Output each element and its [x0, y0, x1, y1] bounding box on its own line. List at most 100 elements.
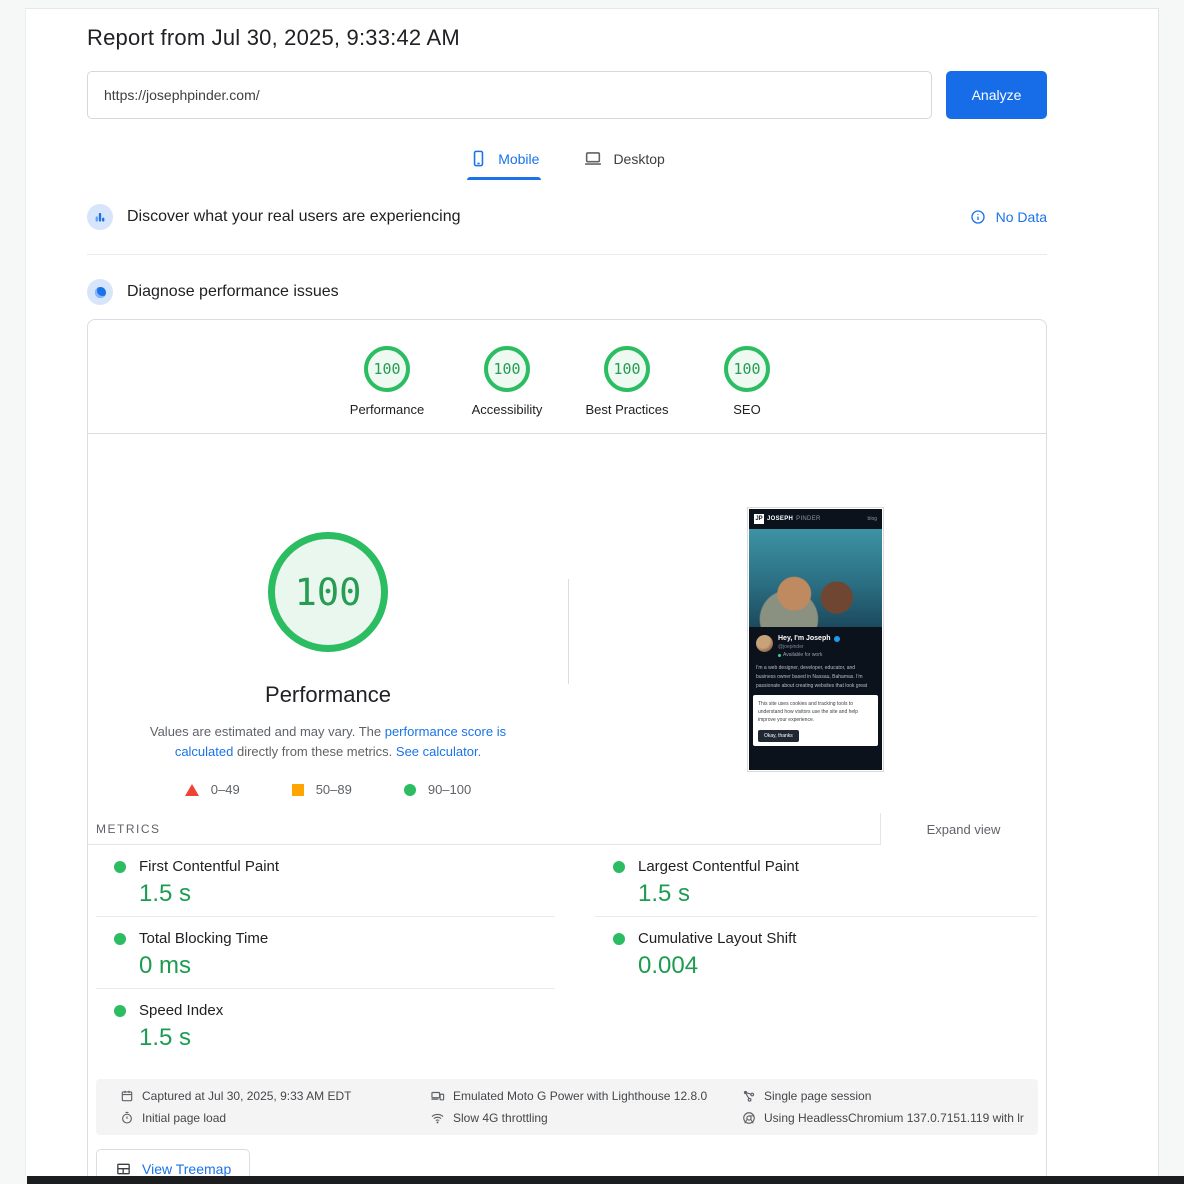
- metrics-header: METRICS Expand view: [88, 813, 1046, 845]
- throttling[interactable]: Slow 4G throttling: [430, 1111, 742, 1125]
- thumb-handle: @joepinder: [778, 644, 840, 650]
- diagnose-title: Diagnose performance issues: [127, 283, 339, 301]
- section-divider: [87, 254, 1047, 255]
- legend-pass-range: 90–100: [428, 782, 471, 797]
- thumb-greeting: Hey, I'm Joseph: [778, 635, 831, 642]
- pass-circle-icon: [404, 784, 416, 796]
- tab-mobile[interactable]: Mobile: [467, 147, 541, 180]
- field-data-section-header: Discover what your real users are experi…: [87, 204, 1047, 230]
- see-calculator-link[interactable]: See calculator.: [396, 744, 481, 759]
- metric-value: 1.5 s: [139, 1024, 555, 1052]
- accessibility-score-gauge: 100: [484, 346, 530, 392]
- thumb-brand-bold: JOSEPH: [767, 516, 793, 522]
- stopwatch-icon: [120, 1111, 134, 1125]
- legend-average-range: 50–89: [316, 782, 352, 797]
- thumb-brand-light: PINDER: [796, 516, 820, 522]
- tab-desktop[interactable]: Desktop: [581, 147, 666, 180]
- thumb-site-logo: JP: [754, 514, 764, 524]
- thumb-cookie-text: This site uses cookies and tracking tool…: [758, 700, 873, 724]
- verified-badge-icon: [834, 636, 840, 642]
- diagnose-icon: [87, 279, 113, 305]
- score-accessibility[interactable]: 100 Accessibility: [447, 346, 567, 417]
- score-disclaimer: Values are estimated and may vary. The p…: [138, 722, 518, 762]
- metric-cumulative-layout-shift: Cumulative Layout Shift 0.004: [595, 917, 1038, 989]
- metric-name: Speed Index: [139, 1002, 223, 1019]
- metric-speed-index: Speed Index 1.5 s: [96, 989, 555, 1061]
- tab-mobile-label: Mobile: [498, 151, 539, 167]
- no-data-status[interactable]: No Data: [970, 209, 1047, 225]
- lighthouse-report-card: 100 Performance 100 Accessibility 100 Be…: [87, 319, 1047, 1184]
- page-title: Report from Jul 30, 2025, 9:33:42 AM: [87, 25, 1047, 51]
- performance-gauge-section: 100 Performance Values are estimated and…: [88, 434, 1046, 813]
- view-treemap-label: View Treemap: [142, 1161, 231, 1177]
- metric-total-blocking-time: Total Blocking Time 0 ms: [96, 917, 555, 989]
- seo-score-label: SEO: [733, 402, 760, 417]
- thumb-cookie-banner: This site uses cookies and tracking tool…: [753, 695, 878, 746]
- legend-pass: 90–100: [404, 782, 471, 797]
- gauge-title: Performance: [265, 682, 391, 708]
- metrics-grid: First Contentful Paint 1.5 s Total Block…: [88, 845, 1046, 1061]
- metric-name: First Contentful Paint: [139, 858, 279, 875]
- thumb-hero-photo: [749, 529, 882, 627]
- expand-view-button[interactable]: Expand view: [880, 813, 1046, 845]
- metric-name: Largest Contentful Paint: [638, 858, 799, 875]
- metric-pass-dot-icon: [613, 861, 625, 873]
- seo-score-gauge: 100: [724, 346, 770, 392]
- score-seo[interactable]: 100 SEO: [687, 346, 807, 417]
- performance-score-gauge: 100: [364, 346, 410, 392]
- calendar-icon: [120, 1089, 134, 1103]
- tab-desktop-label: Desktop: [613, 151, 664, 167]
- mobile-phone-icon: [469, 149, 488, 168]
- browser-version[interactable]: Using HeadlessChromium 137.0.7151.119 wi…: [742, 1111, 1030, 1125]
- info-icon: [970, 209, 986, 225]
- category-scores: 100 Performance 100 Accessibility 100 Be…: [88, 320, 1046, 417]
- url-bar: Analyze: [87, 71, 1047, 119]
- score-best-practices[interactable]: 100 Best Practices: [567, 346, 687, 417]
- accessibility-score-label: Accessibility: [472, 402, 543, 417]
- devices-icon: [430, 1089, 445, 1103]
- metric-value: 1.5 s: [139, 880, 555, 908]
- chromium-icon: [742, 1111, 756, 1125]
- analyze-button[interactable]: Analyze: [946, 71, 1047, 119]
- disclaimer-text-1: Values are estimated and may vary. The: [150, 724, 385, 739]
- capture-environment: Captured at Jul 30, 2025, 9:33 AM EDT Em…: [96, 1079, 1038, 1135]
- field-data-title: Discover what your real users are experi…: [127, 208, 460, 226]
- no-data-label: No Data: [996, 209, 1047, 225]
- url-input[interactable]: [87, 71, 932, 119]
- metric-pass-dot-icon: [114, 933, 126, 945]
- thumb-bio: I'm a web designer, developer, educator,…: [749, 658, 882, 691]
- disclaimer-text-2: directly from these metrics.: [233, 744, 396, 759]
- page-load-type: Initial page load: [120, 1111, 430, 1125]
- metric-pass-dot-icon: [613, 933, 625, 945]
- big-performance-gauge: 100: [268, 532, 388, 652]
- metric-value: 1.5 s: [638, 880, 1038, 908]
- metric-name: Total Blocking Time: [139, 930, 268, 947]
- thumb-profile: Hey, I'm Joseph @joepinder Available for…: [749, 627, 882, 658]
- captured-at: Captured at Jul 30, 2025, 9:33 AM EDT: [120, 1089, 430, 1103]
- legend-fail-range: 0–49: [211, 782, 240, 797]
- best-practices-score-label: Best Practices: [585, 402, 668, 417]
- best-practices-score-gauge: 100: [604, 346, 650, 392]
- metric-value: 0 ms: [139, 952, 555, 980]
- legend-average: 50–89: [292, 782, 352, 797]
- fail-triangle-icon: [185, 784, 199, 796]
- metric-pass-dot-icon: [114, 1005, 126, 1017]
- thumb-cookie-button: Okay, thanks: [758, 730, 799, 742]
- thumb-avatar: [756, 635, 773, 652]
- desktop-laptop-icon: [583, 149, 603, 168]
- session-type[interactable]: Single page session: [742, 1089, 1030, 1103]
- metric-first-contentful-paint: First Contentful Paint 1.5 s: [96, 845, 555, 917]
- score-performance[interactable]: 100 Performance: [327, 346, 447, 417]
- score-legend: 0–49 50–89 90–100: [185, 782, 471, 797]
- legend-fail: 0–49: [185, 782, 240, 797]
- vertical-divider: [568, 579, 569, 684]
- emulated-device[interactable]: Emulated Moto G Power with Lighthouse 12…: [430, 1089, 742, 1103]
- site-screenshot-thumbnail: JP JOSEPH PINDER blog Hey, I'm Joseph @jo…: [747, 507, 884, 772]
- metric-pass-dot-icon: [114, 861, 126, 873]
- metrics-heading: METRICS: [96, 822, 161, 836]
- report-page: Report from Jul 30, 2025, 9:33:42 AM Ana…: [25, 8, 1159, 1176]
- metric-value: 0.004: [638, 952, 1038, 980]
- network-signal-icon: [430, 1111, 445, 1125]
- thumb-site-header: JP JOSEPH PINDER blog: [749, 509, 882, 529]
- average-square-icon: [292, 784, 304, 796]
